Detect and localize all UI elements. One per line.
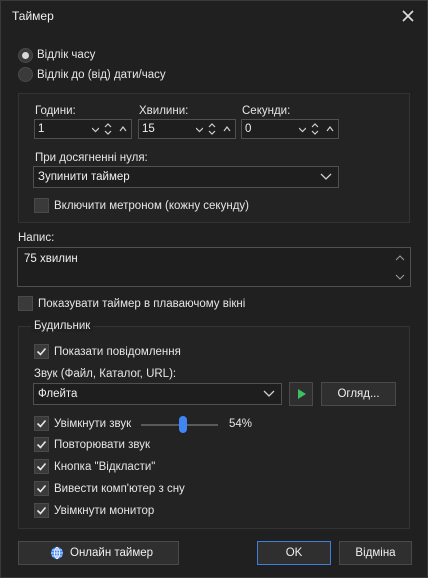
online-timer-button[interactable]: Онлайн таймер [18,541,179,565]
sound-value[interactable]: Флейта [38,388,77,400]
hours-value[interactable]: 1 [38,123,44,135]
turn-on-monitor-label[interactable]: Увімкнути монитор [54,505,154,517]
checkmark-icon [36,506,47,515]
ok-button[interactable]: OK [257,541,331,565]
countdown-radio[interactable] [18,48,33,63]
chevron-down-icon[interactable] [92,126,99,133]
on-zero-label: При досягненні нуля: [35,152,148,164]
floating-window-checkbox[interactable] [18,296,33,311]
timer-dialog: Таймер Відлік часу Відлік до (від) дати/… [0,0,428,578]
play-icon [298,389,306,399]
show-message-label[interactable]: Показати повідомлення [54,346,181,358]
countdown-radio-label[interactable]: Відлік часу [37,49,95,61]
seconds-spinner[interactable]: 0 [241,119,339,139]
up-down-icon[interactable] [311,121,319,137]
enable-sound-checkbox[interactable] [34,416,49,431]
chevron-down-icon[interactable] [263,390,275,398]
chevron-up-icon[interactable] [223,123,231,135]
turn-on-monitor-checkbox[interactable] [34,503,49,518]
metronome-label[interactable]: Включити метроном (кожну секунду) [54,200,249,212]
minutes-value[interactable]: 15 [142,123,155,135]
floating-window-label[interactable]: Показувати таймер в плаваючому вікні [38,298,245,310]
caption-value[interactable]: 75 хвилин [24,253,78,265]
checkmark-icon [36,347,47,356]
scroll-down-icon[interactable] [395,274,405,281]
up-down-icon[interactable] [208,121,216,137]
caption-label: Напис: [18,232,55,244]
chevron-down-icon[interactable] [196,126,203,133]
checkmark-icon [36,484,47,493]
show-message-checkbox[interactable] [34,344,49,359]
chevron-down-icon[interactable] [299,126,306,133]
window-title: Таймер [12,9,54,23]
minutes-label: Хвилини: [139,105,189,117]
checkmark-icon [36,419,47,428]
checkmark-icon [36,462,47,471]
cancel-button[interactable]: Відміна [339,541,412,565]
on-zero-value[interactable]: Зупинити таймер [38,171,130,183]
checkmark-icon [36,440,47,449]
enable-sound-label[interactable]: Увімкнути звук [54,418,131,430]
seconds-label: Секунди: [242,105,291,117]
globe-icon [51,546,63,560]
sound-combobox[interactable]: Флейта [33,383,282,405]
wake-computer-label[interactable]: Вивести комп'ютер з сну [54,483,185,495]
online-timer-label[interactable]: Онлайн таймер [70,542,153,564]
seconds-value[interactable]: 0 [245,123,251,135]
title-bar: Таймер [1,1,427,31]
repeat-sound-label[interactable]: Повторювати звук [54,439,150,451]
chevron-down-icon[interactable] [320,173,332,181]
volume-slider-thumb[interactable] [178,416,187,433]
repeat-sound-checkbox[interactable] [34,437,49,452]
browse-button[interactable]: Огляд... [321,382,396,406]
date-radio-label[interactable]: Відлік до (від) дати/часу [37,69,166,81]
close-icon[interactable] [401,9,415,23]
alarm-group-label: Будильник [31,320,94,332]
minutes-spinner[interactable]: 15 [138,119,236,139]
play-button[interactable] [289,382,313,406]
up-down-icon[interactable] [104,121,112,137]
scroll-up-icon[interactable] [395,254,405,261]
hours-spinner[interactable]: 1 [34,119,132,139]
snooze-button-label[interactable]: Кнопка "Відкласти" [54,461,155,473]
on-zero-combobox[interactable]: Зупинити таймер [33,166,339,188]
volume-percent: 54% [229,418,253,430]
snooze-button-checkbox[interactable] [34,459,49,474]
caption-textarea[interactable]: 75 хвилин [17,247,411,287]
sound-label: Звук (Файл, Каталог, URL): [34,368,177,380]
hours-label: Години: [35,105,76,117]
metronome-checkbox[interactable] [34,198,49,213]
chevron-up-icon[interactable] [119,123,127,135]
date-radio[interactable] [18,67,33,82]
chevron-up-icon[interactable] [326,123,334,135]
wake-computer-checkbox[interactable] [34,481,49,496]
